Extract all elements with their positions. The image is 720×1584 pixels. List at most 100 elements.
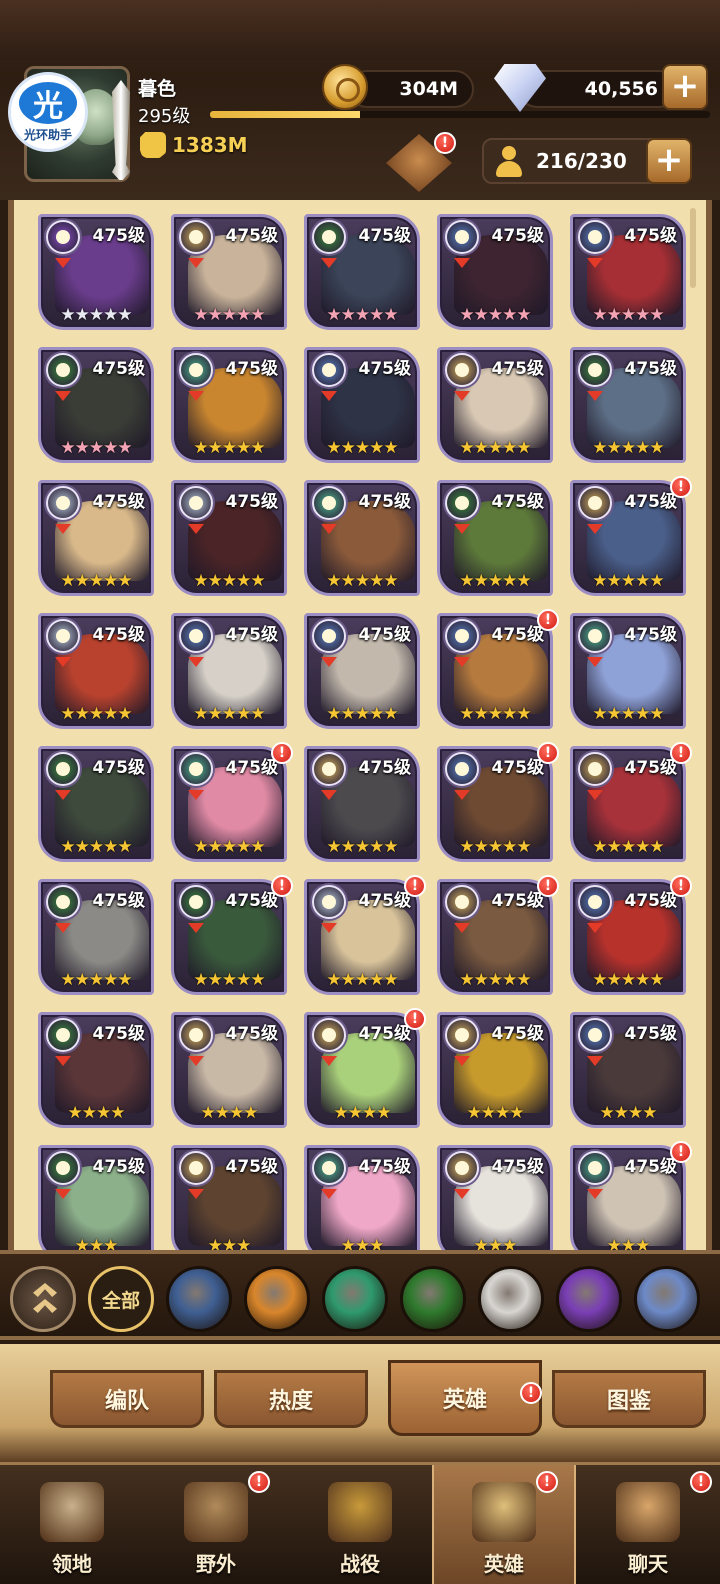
dimensional-faction-icon (445, 220, 479, 254)
filter-graveborn-button[interactable] (400, 1266, 466, 1332)
hero-level: 475级 (92, 226, 146, 246)
dimensional-faction-icon (445, 619, 479, 653)
chat-bubble-icon (616, 1482, 680, 1542)
hero-level: 475级 (624, 492, 678, 512)
lightbearer-faction-icon (578, 486, 612, 520)
player-name: 暮色 (138, 78, 177, 100)
alert-badge-icon: ! (670, 742, 692, 764)
hero-stars: ★★★★★ (459, 438, 531, 458)
faction-core (455, 629, 469, 643)
filter-celestial-dim-button[interactable] (166, 1266, 232, 1332)
filter-mauler-button[interactable] (244, 1266, 310, 1332)
filter-collapse-button[interactable] (10, 1266, 76, 1332)
faction-core (455, 230, 469, 244)
hero-level: 475级 (358, 758, 412, 778)
faction-core (588, 895, 602, 909)
filter-dimensional-button[interactable] (634, 1266, 700, 1332)
hero-stars: ★★★★★ (592, 305, 664, 325)
wilder-faction-icon (179, 353, 213, 387)
subtab-label: 热度 (268, 1389, 313, 1414)
nav-label: 领地 (52, 1552, 92, 1576)
faction-core (56, 629, 70, 643)
expand-roster-button[interactable]: + (646, 138, 692, 184)
hero-level: 475级 (491, 891, 545, 911)
hero-level: 475级 (92, 625, 146, 645)
hero-level: 475级 (491, 758, 545, 778)
hero-stars: ★★★★★ (193, 438, 265, 458)
subtab-0[interactable]: 编队 (50, 1370, 204, 1428)
hero-level: 475级 (624, 625, 678, 645)
subtab-3[interactable]: 图鉴 (552, 1370, 706, 1428)
lightbearer-faction-icon (445, 885, 479, 919)
faction-core (588, 629, 602, 643)
subtab-1[interactable]: 热度 (214, 1370, 368, 1428)
person-icon (494, 146, 524, 178)
chevron-up-icon (33, 1283, 57, 1297)
faction-core (189, 1161, 203, 1175)
helper-glyph: 光 (19, 81, 77, 124)
nav-label: 野外 (196, 1552, 236, 1576)
lightbearer-faction-icon (578, 752, 612, 786)
nav-campaign-sword[interactable]: 战役 (288, 1465, 432, 1584)
faction-core (588, 496, 602, 510)
hypogean-faction-icon (46, 220, 80, 254)
lightbearer-faction-icon (312, 752, 346, 786)
scrollbar-thumb[interactable] (690, 208, 696, 288)
faction-core (189, 1028, 203, 1042)
lightbearer-faction-icon (179, 220, 213, 254)
nav-castle[interactable]: 领地 (0, 1465, 144, 1584)
lightbearer-faction-icon (179, 1151, 213, 1185)
hero-stars: ★★★★★ (459, 704, 531, 724)
filter-all-label: 全部 (101, 1289, 140, 1312)
hero-level: 475级 (92, 891, 146, 911)
hero-stars: ★★★★★ (592, 837, 664, 857)
alert-badge-icon: ! (537, 609, 559, 631)
alert-badge-icon: ! (670, 875, 692, 897)
alert-badge-icon: ! (670, 1141, 692, 1163)
hero-stars: ★★★★★ (193, 970, 265, 990)
fist-icon (140, 132, 166, 158)
lightbearer-faction-icon (445, 1151, 479, 1185)
hero-level: 475级 (358, 1157, 412, 1177)
subtab-2[interactable]: 英雄 (388, 1360, 542, 1436)
faction-core (322, 1161, 336, 1175)
nav-label: 聊天 (628, 1552, 668, 1576)
diamond-value: 40,556 (584, 78, 658, 100)
alert-badge-icon: ! (404, 1008, 426, 1030)
hero-level: 475级 (92, 359, 146, 379)
filter-all-button[interactable]: 全部 (88, 1266, 154, 1332)
header-wood-trim (0, 0, 720, 60)
hero-level: 475级 (225, 1157, 279, 1177)
faction-core (322, 762, 336, 776)
hero-grid[interactable]: 475级 ★★★★★ 475级 ★★★★★ 475级 ★★★★★ 475级 ★★★★★ 475级… (8, 200, 712, 1250)
hero-stars: ★★★★ (599, 1103, 658, 1123)
hero-level: 475级 (358, 492, 412, 512)
faction-core (189, 629, 203, 643)
hero-level: 475级 (225, 891, 279, 911)
hero-stars: ★★★★★ (60, 704, 132, 724)
filter-hypogean-button[interactable] (556, 1266, 622, 1332)
dimensional-faction-icon (578, 1018, 612, 1052)
hero-stars: ★★★★ (200, 1103, 259, 1123)
faction-core (322, 629, 336, 643)
faction-core (56, 762, 70, 776)
hero-level: 475级 (358, 1024, 412, 1044)
hero-level: 475级 (358, 625, 412, 645)
hero-level: 475级 (358, 226, 412, 246)
alert-badge-icon: ! (670, 476, 692, 498)
hero-level: 475级 (225, 492, 279, 512)
graveborn-faction-icon (46, 1018, 80, 1052)
faction-core (322, 1028, 336, 1042)
filter-celestial-button[interactable] (478, 1266, 544, 1332)
faction-core (588, 1161, 602, 1175)
hero-level: 475级 (491, 1024, 545, 1044)
hero-stars: ★★★★ (466, 1103, 525, 1123)
add-diamonds-button[interactable]: + (662, 64, 708, 110)
faction-core (322, 363, 336, 377)
hero-stars: ★★★★ (67, 1103, 126, 1123)
hero-level: 475级 (491, 359, 545, 379)
filter-wilder-button[interactable] (322, 1266, 388, 1332)
helper-badge[interactable]: 光 光环助手 (8, 72, 88, 152)
hero-stars: ★★★ (207, 1236, 252, 1250)
gold-value: 304M (399, 78, 458, 100)
